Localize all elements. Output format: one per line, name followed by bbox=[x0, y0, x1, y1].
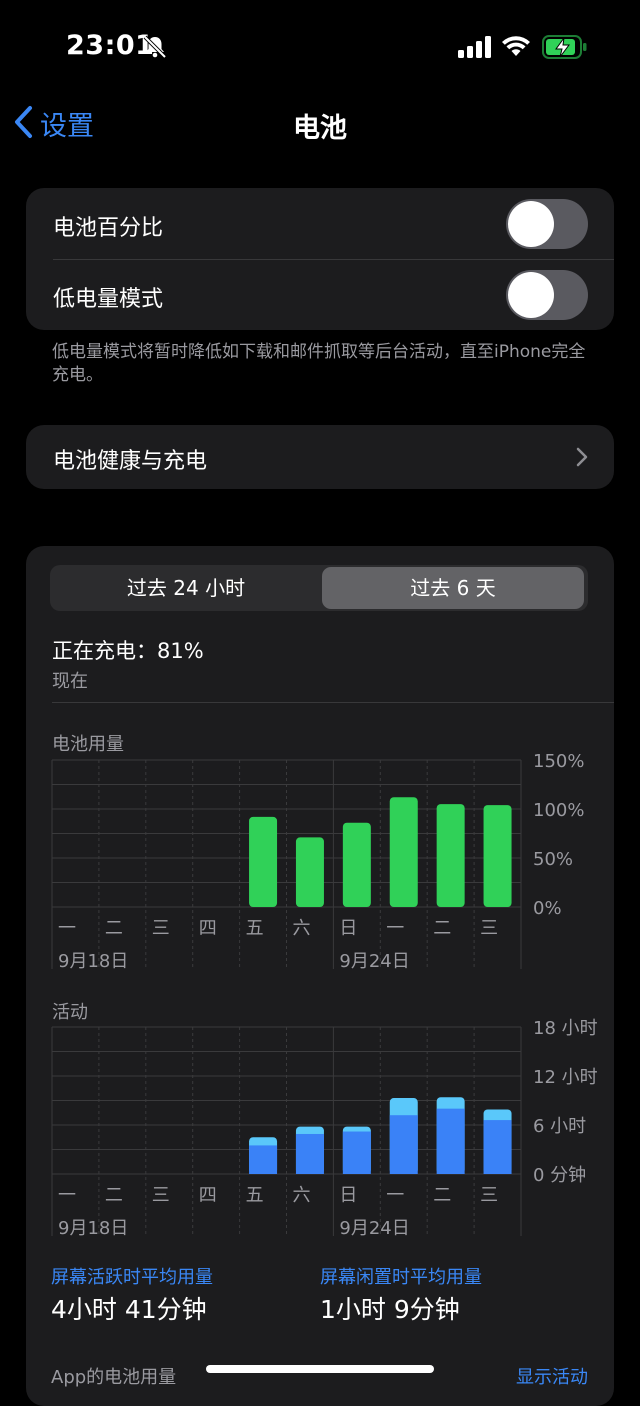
activity-chart-label: 活动 bbox=[52, 1002, 88, 1023]
wifi-icon bbox=[501, 34, 531, 62]
low-power-note: 低电量模式将暂时降低如下载和邮件抓取等后台活动，直至iPhone完全充电。 bbox=[52, 342, 586, 385]
tab-last-24-hours[interactable]: 过去 24 小时 bbox=[52, 567, 320, 609]
screen-off-title: 屏幕闲置时平均用量 bbox=[320, 1267, 482, 1288]
chevron-right-icon bbox=[576, 447, 588, 471]
battery-health-row[interactable]: 电池健康与充电 bbox=[26, 425, 614, 489]
signal-icon bbox=[458, 36, 492, 62]
battery-charging-icon bbox=[542, 35, 588, 63]
battery-health-label: 电池健康与充电 bbox=[53, 449, 208, 474]
battery-percentage-label: 电池百分比 bbox=[53, 216, 164, 241]
time-range-segmented-control: 过去 24 小时 过去 6 天 bbox=[50, 565, 588, 611]
low-power-label: 低电量模式 bbox=[53, 287, 164, 312]
toggle-knob bbox=[508, 201, 554, 247]
mute-icon bbox=[142, 34, 168, 64]
battery-settings-card: 电池百分比 低电量模式 bbox=[26, 188, 614, 330]
show-activity-link[interactable]: 显示活动 bbox=[516, 1363, 588, 1389]
battery-chart-label: 电池用量 bbox=[52, 734, 124, 755]
divider bbox=[53, 259, 614, 260]
battery-usage-card: 过去 24 小时 过去 6 天 正在充电：81% 现在 电池用量 活动 屏幕活跃… bbox=[26, 546, 614, 1406]
low-power-toggle[interactable] bbox=[506, 270, 588, 320]
screen-off-value: 1小时 9分钟 bbox=[320, 1295, 460, 1324]
toggle-knob bbox=[508, 272, 554, 318]
divider bbox=[52, 702, 614, 703]
app-usage-label: App的电池用量 bbox=[51, 1367, 177, 1388]
screen-on-value: 4小时 41分钟 bbox=[51, 1295, 207, 1324]
screen-on-title: 屏幕活跃时平均用量 bbox=[51, 1267, 213, 1288]
charging-time: 现在 bbox=[52, 671, 88, 692]
home-indicator[interactable] bbox=[206, 1365, 434, 1373]
page-title: 电池 bbox=[293, 113, 347, 144]
tab-last-6-days[interactable]: 过去 6 天 bbox=[322, 567, 584, 609]
battery-percentage-toggle[interactable] bbox=[506, 199, 588, 249]
charging-status: 正在充电：81% bbox=[52, 639, 204, 663]
